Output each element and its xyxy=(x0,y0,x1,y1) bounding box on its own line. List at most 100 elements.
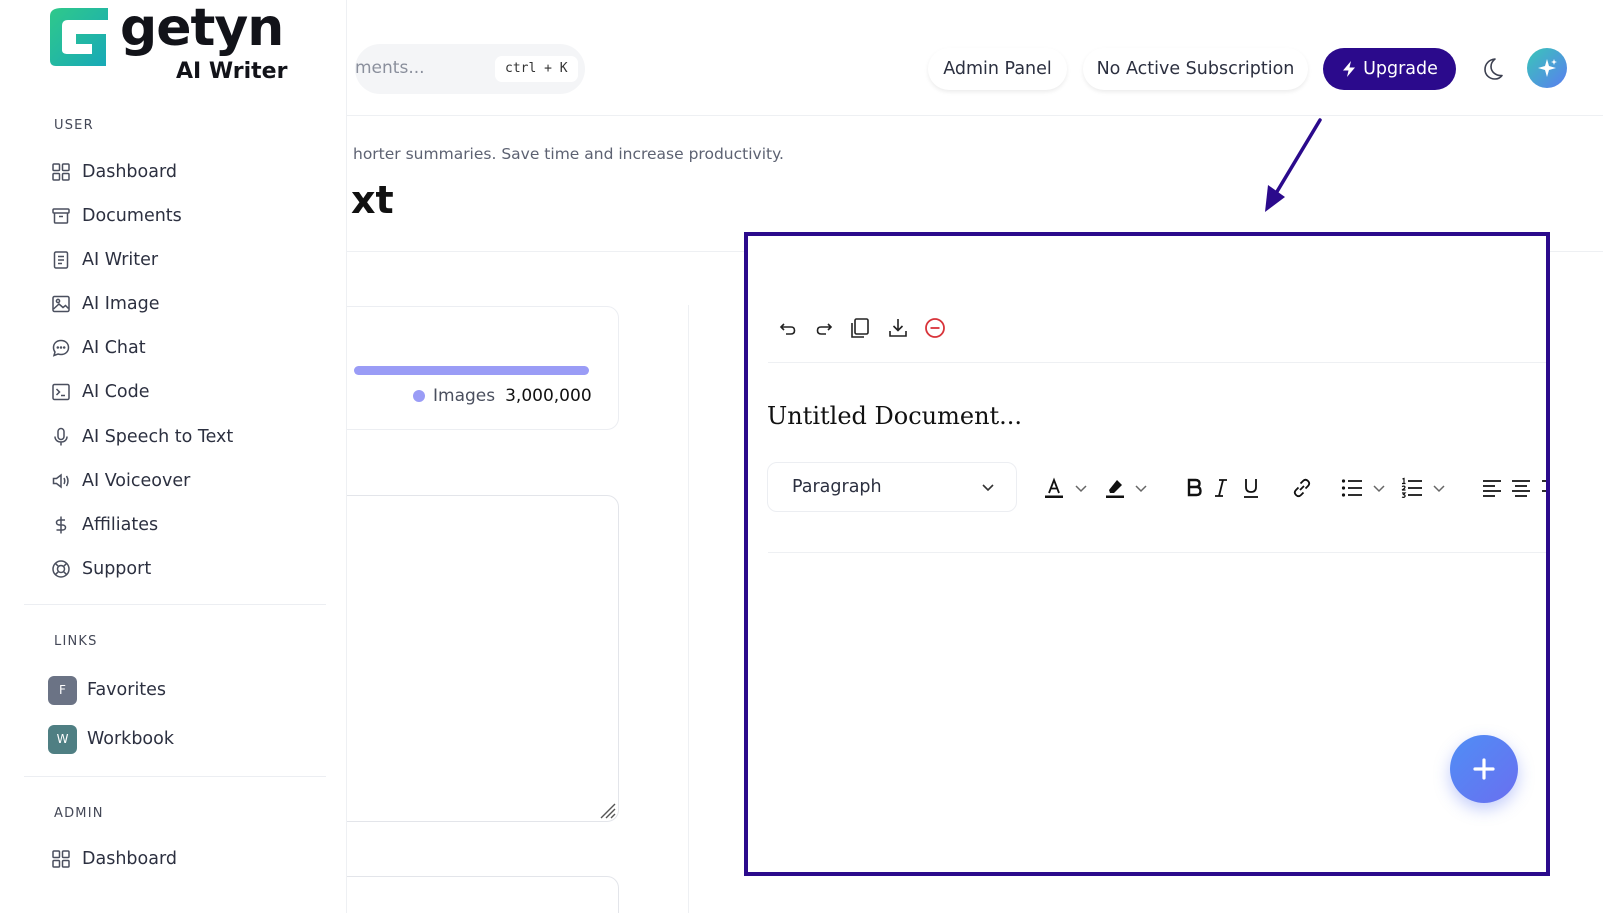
chevron-down-icon[interactable] xyxy=(1132,476,1150,500)
grid-icon xyxy=(50,161,72,183)
brand-product: AI Writer xyxy=(176,59,288,84)
underline-icon[interactable] xyxy=(1241,476,1261,500)
legend-dot xyxy=(413,390,425,402)
link-workbook[interactable]: W Workbook xyxy=(48,723,174,755)
sidebar-item-label: AI Image xyxy=(82,294,160,314)
format-toolbar-divider xyxy=(768,552,1546,553)
archive-icon xyxy=(50,205,72,227)
image-icon xyxy=(50,293,72,315)
sidebar-item-documents[interactable]: Documents xyxy=(50,199,320,233)
sidebar-item-label: AI Voiceover xyxy=(82,471,191,491)
highlight-icon[interactable] xyxy=(1102,476,1128,500)
sidebar-item-admin-dashboard[interactable]: Dashboard xyxy=(50,842,320,876)
usage-label: Images xyxy=(433,386,496,406)
section-admin: ADMIN xyxy=(54,806,104,821)
redo-icon[interactable] xyxy=(812,316,836,340)
top-bar: ments... ctrl + K Admin Panel No Active … xyxy=(347,0,1603,116)
link-badge: W xyxy=(48,724,77,754)
bold-icon[interactable] xyxy=(1184,476,1204,500)
brand-logo[interactable]: getyn AI Writer xyxy=(48,0,288,86)
sidebar-item-ai-chat[interactable]: AI Chat xyxy=(50,331,320,365)
chevron-down-icon[interactable] xyxy=(1370,476,1388,500)
italic-icon[interactable] xyxy=(1212,476,1230,500)
link-icon[interactable] xyxy=(1290,476,1314,500)
chevron-down-icon[interactable] xyxy=(1430,476,1448,500)
copy-icon[interactable] xyxy=(848,316,872,340)
chat-icon xyxy=(50,337,72,359)
file-text-icon xyxy=(50,249,72,271)
sidebar-item-label: Affiliates xyxy=(82,515,159,535)
sidebar-item-label: Dashboard xyxy=(82,849,177,869)
sidebar-divider xyxy=(24,604,326,605)
bottom-card xyxy=(320,876,619,913)
link-label: Workbook xyxy=(87,729,174,749)
chevron-down-icon xyxy=(982,484,994,492)
download-icon[interactable] xyxy=(886,316,910,340)
annotation-arrow-icon xyxy=(1265,118,1322,212)
sidebar-item-affiliates[interactable]: Affiliates xyxy=(50,508,320,542)
undo-icon[interactable] xyxy=(776,316,800,340)
align-center-icon[interactable] xyxy=(1510,476,1532,500)
link-label: Favorites xyxy=(87,680,167,700)
subscription-button[interactable]: No Active Subscription xyxy=(1083,48,1308,90)
sidebar-item-label: Support xyxy=(82,559,152,579)
column-divider xyxy=(688,305,689,913)
moon-icon[interactable] xyxy=(1479,56,1505,82)
admin-panel-button[interactable]: Admin Panel xyxy=(928,48,1067,90)
add-button[interactable] xyxy=(1450,735,1518,803)
brand-name: getyn xyxy=(120,0,284,58)
search-placeholder: ments... xyxy=(355,58,425,78)
numbered-list-icon[interactable] xyxy=(1400,476,1424,500)
logo-mark-icon xyxy=(50,8,108,66)
terminal-icon xyxy=(50,381,72,403)
document-title-input[interactable]: Untitled Document... xyxy=(767,402,1022,430)
sparkle-icon xyxy=(1538,59,1557,77)
sidebar-item-label: Documents xyxy=(82,206,182,226)
link-badge: F xyxy=(48,675,77,705)
page-title: xt xyxy=(351,178,394,222)
lightning-icon xyxy=(1343,61,1356,77)
lifebuoy-icon xyxy=(50,558,72,580)
sidebar-item-ai-speech-to-text[interactable]: AI Speech to Text xyxy=(50,420,320,454)
usage-value: 3,000,000 xyxy=(505,386,592,406)
sidebar-item-ai-writer[interactable]: AI Writer xyxy=(50,243,320,277)
block-type-value: Paragraph xyxy=(792,477,882,497)
sidebar-item-ai-voiceover[interactable]: AI Voiceover xyxy=(50,464,320,498)
clear-icon[interactable] xyxy=(923,316,947,340)
sidebar-item-ai-image[interactable]: AI Image xyxy=(50,287,320,321)
align-left-icon[interactable] xyxy=(1481,476,1503,500)
bullet-list-icon[interactable] xyxy=(1340,476,1364,500)
document-editor: Untitled Document... Paragraph xyxy=(744,232,1550,876)
upgrade-label: Upgrade xyxy=(1363,59,1438,79)
sidebar-item-ai-code[interactable]: AI Code xyxy=(50,375,320,409)
align-right-icon[interactable] xyxy=(1540,476,1546,500)
avatar[interactable] xyxy=(1527,48,1567,88)
usage-progress-bar xyxy=(354,366,589,375)
sidebar-item-label: AI Code xyxy=(82,382,150,402)
speaker-icon xyxy=(50,470,72,492)
search-shortcut: ctrl + K xyxy=(495,56,578,82)
toolbar-divider xyxy=(768,362,1546,363)
upgrade-button[interactable]: Upgrade xyxy=(1323,48,1456,90)
microphone-icon xyxy=(50,426,72,448)
section-links: LINKS xyxy=(54,634,98,649)
sidebar-item-dashboard[interactable]: Dashboard xyxy=(50,155,320,189)
sidebar-item-label: AI Writer xyxy=(82,250,159,270)
input-textarea[interactable] xyxy=(320,495,619,822)
sidebar-item-label: AI Speech to Text xyxy=(82,427,234,447)
section-user: USER xyxy=(54,118,94,133)
sidebar: getyn AI Writer USER Dashboard Documents… xyxy=(0,0,347,913)
sidebar-divider xyxy=(24,776,326,777)
text-color-icon[interactable] xyxy=(1042,476,1066,500)
dollar-icon xyxy=(50,514,72,536)
sidebar-item-support[interactable]: Support xyxy=(50,552,320,586)
sidebar-item-label: AI Chat xyxy=(82,338,146,358)
plus-icon xyxy=(1473,758,1495,780)
block-type-select[interactable]: Paragraph xyxy=(767,462,1017,512)
resize-handle-icon[interactable] xyxy=(598,801,616,819)
search-input[interactable]: ments... ctrl + K xyxy=(355,44,585,94)
link-favorites[interactable]: F Favorites xyxy=(48,674,166,706)
grid-icon xyxy=(50,848,72,870)
chevron-down-icon[interactable] xyxy=(1072,476,1090,500)
usage-legend: Images 3,000,000 xyxy=(413,386,592,406)
